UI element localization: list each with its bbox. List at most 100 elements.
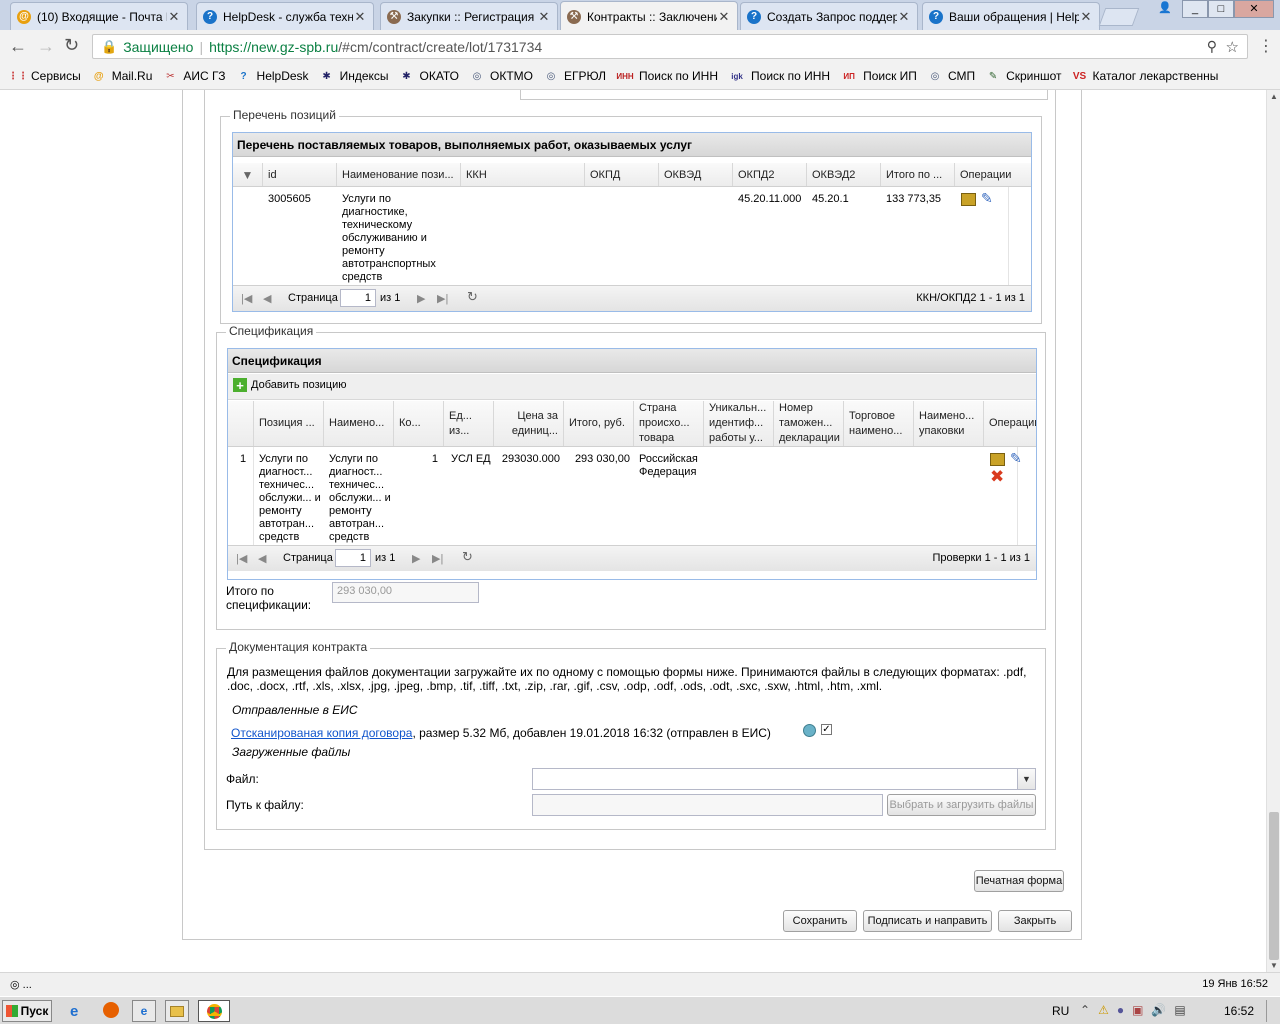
tray-security-icon[interactable]: ▣ bbox=[1132, 1003, 1143, 1017]
close-tab-icon[interactable]: ✕ bbox=[353, 9, 367, 25]
scroll-up-icon[interactable]: ▲ bbox=[1270, 92, 1278, 101]
last-page-icon[interactable]: ▶| bbox=[437, 292, 448, 305]
column-id[interactable]: id bbox=[263, 163, 337, 186]
delete-icon[interactable]: ✖ bbox=[990, 467, 1004, 487]
tray-display-icon[interactable]: ▤ bbox=[1174, 1003, 1185, 1017]
column-kkn[interactable]: ККН bbox=[461, 163, 585, 186]
close-tab-icon[interactable]: ✕ bbox=[1079, 9, 1093, 25]
bookmark-item[interactable]: ✱ Индексы bbox=[319, 68, 388, 84]
spec-column-2[interactable]: Наимено... bbox=[324, 401, 394, 446]
firefox-icon[interactable] bbox=[103, 1002, 119, 1018]
filter-column-icon[interactable]: ▼ bbox=[233, 163, 263, 186]
tray-warning-icon[interactable]: ⚠ bbox=[1098, 1003, 1109, 1017]
spec-column-7[interactable]: Страна происхо... товара bbox=[634, 401, 704, 446]
close-tab-icon[interactable]: ✕ bbox=[897, 9, 911, 25]
column-okved2[interactable]: ОКВЭД2 bbox=[807, 163, 881, 186]
edit-pencil-icon[interactable]: ✎ bbox=[1010, 450, 1022, 467]
file-select[interactable]: ▼ bbox=[532, 768, 1036, 790]
prev-page-icon[interactable]: ◀ bbox=[258, 552, 266, 565]
upload-button[interactable]: Выбрать и загрузить файлы bbox=[887, 794, 1036, 816]
column-okpd[interactable]: ОКПД bbox=[585, 163, 659, 186]
forward-arrow-icon[interactable]: → bbox=[37, 36, 55, 57]
close-tab-icon[interactable]: ✕ bbox=[717, 9, 731, 25]
reload-icon[interactable]: ↻ bbox=[64, 35, 79, 56]
back-arrow-icon[interactable]: ← bbox=[9, 36, 27, 57]
tray-arrow-icon[interactable]: ⌃ bbox=[1080, 1003, 1090, 1017]
scroll-thumb[interactable] bbox=[1269, 812, 1279, 960]
first-page-icon[interactable]: |◀ bbox=[236, 552, 247, 565]
maximize-button[interactable]: □ bbox=[1208, 0, 1234, 18]
minimize-button[interactable]: _ bbox=[1182, 0, 1208, 18]
menu-icon[interactable]: ⋮ bbox=[1258, 36, 1274, 56]
sent-checkbox[interactable]: ✓ bbox=[821, 724, 832, 735]
refresh-icon[interactable]: ↻ bbox=[462, 549, 473, 565]
sign-send-button[interactable]: Подписать и направить bbox=[863, 910, 992, 932]
bookmark-item[interactable]: igk Поиск по ИНН bbox=[728, 68, 830, 84]
tab-5[interactable]: ? Создать Запрос поддер ✕ bbox=[740, 2, 918, 30]
new-tab-button[interactable] bbox=[1098, 8, 1140, 26]
spec-column-6[interactable]: Итого, руб. bbox=[564, 401, 634, 446]
refresh-icon[interactable]: ↻ bbox=[467, 289, 478, 305]
page-number-input[interactable]: 1 bbox=[335, 549, 371, 567]
scrollbar[interactable]: ▲ ▼ bbox=[1266, 90, 1280, 972]
bookmark-item[interactable]: ✱ ОКАТО bbox=[399, 68, 459, 84]
bookmark-item[interactable]: ◎ СМП bbox=[927, 68, 976, 84]
spec-column-3[interactable]: Ко... bbox=[394, 401, 444, 446]
url-bar[interactable]: 🔒 Защищено | https://new.gz-spb.ru/#cm/c… bbox=[92, 34, 1248, 59]
first-page-icon[interactable]: |◀ bbox=[241, 292, 252, 305]
table-row[interactable]: 1 Услуги по диагност... техничес... обсл… bbox=[228, 447, 1022, 545]
close-tab-icon[interactable]: ✕ bbox=[167, 9, 181, 25]
close-button[interactable]: Закрыть bbox=[998, 910, 1072, 932]
tray-volume-icon[interactable]: 🔊 bbox=[1151, 1003, 1166, 1017]
spec-column-4[interactable]: Ед... из... bbox=[444, 401, 494, 446]
user-icon[interactable]: 👤 bbox=[1152, 0, 1178, 18]
prev-page-icon[interactable]: ◀ bbox=[263, 292, 271, 305]
bookmark-item[interactable]: ИП Поиск ИП bbox=[840, 68, 917, 84]
start-button[interactable]: Пуск bbox=[2, 1000, 52, 1022]
close-tab-icon[interactable]: ✕ bbox=[537, 9, 551, 25]
key-icon[interactable]: ⚲ bbox=[1207, 38, 1217, 55]
bookmark-item[interactable]: ◎ ОКТМО bbox=[469, 68, 533, 84]
bookmark-item[interactable]: @ Mail.Ru bbox=[91, 68, 153, 84]
chrome-window-button[interactable] bbox=[198, 1000, 230, 1022]
bookmark-item[interactable]: ✂ АИС ГЗ bbox=[162, 68, 225, 84]
last-page-icon[interactable]: ▶| bbox=[432, 552, 443, 565]
next-page-icon[interactable]: ▶ bbox=[417, 292, 425, 305]
bookmark-item[interactable]: ИНН Поиск по ИНН bbox=[616, 68, 718, 84]
recycle-icon[interactable] bbox=[803, 724, 816, 737]
column-okved[interactable]: ОКВЭД bbox=[659, 163, 733, 186]
spec-column-10[interactable]: Торговое наимено... bbox=[844, 401, 914, 446]
file-link[interactable]: Отсканированая копия договора bbox=[231, 726, 412, 740]
spec-column-8[interactable]: Уникальн... идентиф... работы у... bbox=[704, 401, 774, 446]
tab-3[interactable]: ⚒ Закупки :: Регистрация ✕ bbox=[380, 2, 558, 30]
bookmark-item[interactable]: ✎ Скриншот bbox=[985, 68, 1062, 84]
tab-1[interactable]: @ (10) Входящие - Почта М ✕ bbox=[10, 2, 188, 30]
spec-column-11[interactable]: Наимено... упаковки bbox=[914, 401, 984, 446]
view-details-icon[interactable] bbox=[961, 193, 976, 206]
language-indicator[interactable]: RU bbox=[1052, 1004, 1069, 1018]
tab-6[interactable]: ? Ваши обращения | HelpI ✕ bbox=[922, 2, 1100, 30]
bookmark-item[interactable]: ◎ ЕГРЮЛ bbox=[543, 68, 606, 84]
ie-icon[interactable]: e bbox=[70, 1003, 78, 1020]
tab-2[interactable]: ? HelpDesk - служба техни ✕ bbox=[196, 2, 374, 30]
bookmark-item[interactable]: ? HelpDesk bbox=[236, 68, 308, 84]
print-form-button[interactable]: Печатная форма bbox=[974, 870, 1064, 892]
tray-network-icon[interactable]: ● bbox=[1117, 1003, 1124, 1017]
ie-window-button[interactable]: e bbox=[132, 1000, 156, 1022]
column-total[interactable]: Итого по ... bbox=[881, 163, 955, 186]
explorer-window-button[interactable] bbox=[165, 1000, 189, 1022]
edit-pencil-icon[interactable]: ✎ bbox=[981, 190, 993, 207]
spec-column-5[interactable]: Цена за единиц... bbox=[494, 401, 564, 446]
spec-column-1[interactable]: Позиция ... bbox=[254, 401, 324, 446]
spec-column-9[interactable]: Номер таможен... декларации bbox=[774, 401, 844, 446]
page-number-input[interactable]: 1 bbox=[340, 289, 376, 307]
bookmark-item[interactable]: ⋮⋮ Сервисы bbox=[8, 68, 81, 84]
show-desktop-button[interactable] bbox=[1266, 1000, 1276, 1022]
column-okpd2[interactable]: ОКПД2 bbox=[733, 163, 807, 186]
save-button[interactable]: Сохранить bbox=[783, 910, 857, 932]
add-position-button[interactable]: + Добавить позицию bbox=[233, 378, 347, 393]
bookmark-item[interactable]: VS Каталог лекарственны bbox=[1072, 68, 1218, 84]
scroll-down-icon[interactable]: ▼ bbox=[1270, 961, 1278, 970]
column-name[interactable]: Наименование пози... bbox=[337, 163, 461, 186]
path-input[interactable] bbox=[532, 794, 883, 816]
